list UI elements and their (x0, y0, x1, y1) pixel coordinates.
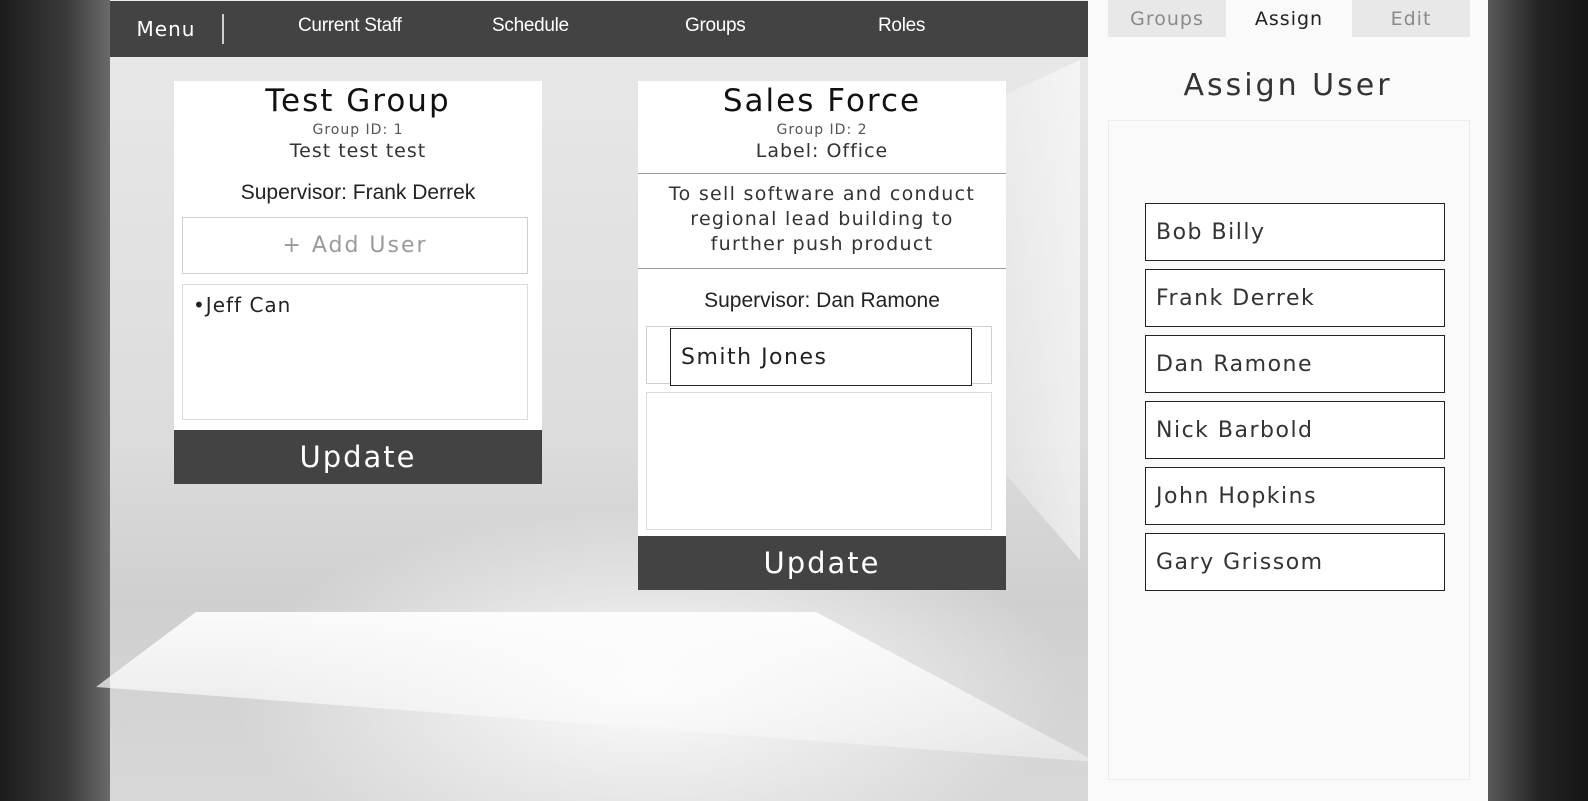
user-item[interactable]: Nick Barbold (1145, 401, 1445, 459)
user-list: Bob Billy Frank Derrek Dan Ramone Nick B… (1108, 120, 1470, 780)
tab-assign[interactable]: Assign (1226, 0, 1352, 37)
update-button[interactable]: Update (174, 430, 542, 484)
group-id: Group ID: 1 (312, 122, 404, 138)
group-label: Label: Office (755, 140, 889, 162)
user-item[interactable]: Dan Ramone (1145, 335, 1445, 393)
user-item[interactable]: Bob Billy (1145, 203, 1445, 261)
dragging-user-item[interactable]: Smith Jones (670, 328, 972, 386)
tab-edit[interactable]: Edit (1352, 0, 1470, 37)
tab-groups[interactable]: Groups (1108, 0, 1226, 37)
group-title: Test Group (265, 83, 451, 119)
group-id: Group ID: 2 (776, 122, 868, 138)
side-panel: Groups Assign Edit Assign User Bob Billy… (1088, 0, 1488, 801)
member-list[interactable] (646, 392, 992, 530)
group-supervisor: Supervisor: Frank Derrek (240, 181, 476, 204)
user-item[interactable]: Frank Derrek (1145, 269, 1445, 327)
panel-heading: Assign User (1183, 68, 1393, 103)
nav-groups[interactable]: Groups (685, 15, 746, 37)
user-item[interactable]: John Hopkins (1145, 467, 1445, 525)
nav-roles[interactable]: Roles (878, 15, 925, 37)
menu-button[interactable]: Menu (110, 14, 224, 44)
nav-schedule[interactable]: Schedule (492, 15, 569, 37)
floor-light (96, 612, 1096, 762)
group-card: Sales Force Group ID: 2 Label: Office To… (638, 81, 1006, 590)
group-title: Sales Force (722, 83, 922, 119)
group-card: Test Group Group ID: 1 Test test test Su… (174, 81, 542, 484)
group-subtitle: Test test test (289, 140, 427, 162)
user-item[interactable]: Gary Grissom (1145, 533, 1445, 591)
right-wall (1488, 0, 1588, 801)
group-supervisor: Supervisor: Dan Ramone (704, 289, 940, 312)
panel-tabs: Groups Assign Edit (1108, 0, 1470, 37)
add-user-button[interactable]: + Add User (182, 217, 528, 274)
top-nav: Menu Current Staff Schedule Groups Roles (110, 1, 1088, 57)
member-list[interactable]: •Jeff Can (182, 284, 528, 420)
member-item[interactable]: •Jeff Can (193, 293, 517, 317)
update-button[interactable]: Update (638, 536, 1006, 590)
left-wall (0, 0, 110, 801)
nav-current-staff[interactable]: Current Staff (298, 15, 402, 37)
group-description: To sell software and conduct regional le… (638, 173, 1006, 269)
